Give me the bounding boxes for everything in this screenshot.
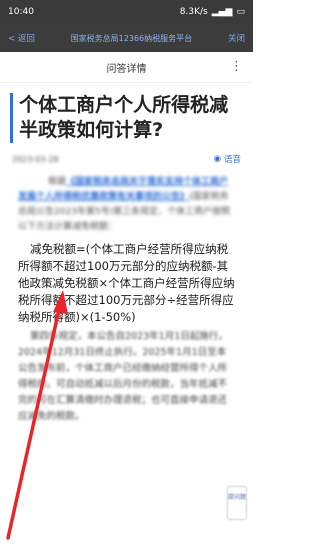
speaker-icon: ◉: [213, 154, 221, 164]
ask-question-button[interactable]: 提问题: [227, 486, 247, 520]
nav-bar: < 返回 国家税务总局12366纳税服务平台 关闭: [0, 24, 253, 52]
article-title: 个体工商户个人所得税减半政策如何计算?: [19, 94, 229, 141]
listen-button[interactable]: ◉ 语音: [214, 153, 241, 165]
article-date: 2023-03-28: [12, 154, 59, 164]
back-button[interactable]: < 返回: [8, 32, 35, 44]
page-header: 问答详情 ⋮: [0, 52, 253, 83]
title-accent-bar: [10, 93, 14, 143]
close-button[interactable]: 关闭: [228, 32, 245, 44]
battery-icon: ▭: [236, 7, 245, 17]
status-time: 10:40: [8, 7, 34, 17]
formula-paragraph: 减免税额=(个体工商户经营所得应纳税所得额不超过100万元部分的应纳税额-其他政…: [18, 242, 235, 324]
more-menu-icon[interactable]: ⋮: [230, 59, 243, 74]
intro-prefix: 根据: [48, 177, 67, 187]
page-title: 问答详情: [106, 63, 147, 75]
listen-label: 语音: [223, 155, 241, 165]
effective-date-paragraph: 第四条规定，本公告自2023年1月1日起施行，2024年12月31日终止执行。2…: [18, 331, 228, 422]
network-speed: 8.3K/s: [179, 7, 208, 17]
site-title: 国家税务总局12366纳税服务平台: [70, 33, 193, 43]
article-meta: 2023-03-28 ◉ 语音: [0, 143, 253, 175]
status-bar: 10:40 8.3K/s ▂▄▆ ▭: [0, 0, 253, 24]
article-title-block: 个体工商户个人所得税减半政策如何计算?: [0, 83, 253, 143]
signal-icon: ▂▄▆: [211, 7, 233, 17]
intro-paragraph: 根据《国家税务总局关于落实支持个体工商户发展个人所得税优惠政策有关事项的公告》(…: [0, 175, 253, 235]
